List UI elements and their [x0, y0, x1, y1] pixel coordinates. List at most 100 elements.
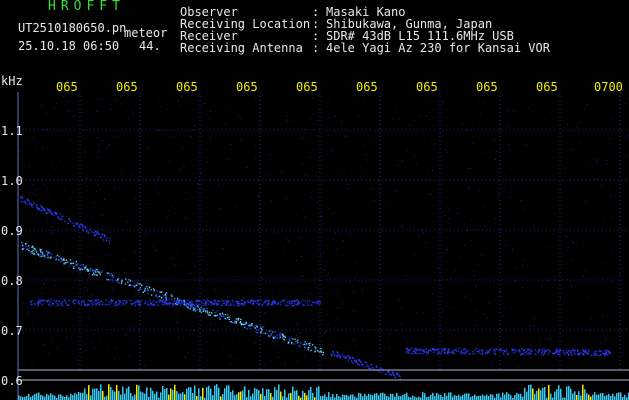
baseline-spike — [218, 387, 220, 400]
signal-trace-dot — [121, 304, 123, 306]
noise-dot — [600, 342, 602, 344]
signal-trace-dot — [204, 310, 207, 312]
noise-dot — [407, 342, 409, 344]
baseline-spike — [200, 396, 202, 400]
noise-dot — [373, 200, 375, 202]
noise-dot — [466, 294, 468, 296]
noise-dot — [441, 102, 443, 104]
signal-trace-dot — [251, 323, 253, 325]
signal-trace-dot — [273, 337, 275, 340]
noise-dot — [296, 259, 298, 261]
noise-dot — [293, 99, 295, 101]
signal-trace-dot — [458, 350, 460, 352]
signal-trace-dot — [121, 280, 123, 282]
signal-trace-dot — [300, 342, 302, 344]
noise-dot — [375, 104, 377, 106]
noise-dot — [45, 112, 47, 114]
signal-trace-dot — [253, 300, 255, 303]
signal-trace-dot — [228, 318, 231, 320]
signal-trace-dot — [309, 300, 311, 302]
noise-dot — [595, 178, 597, 180]
signal-trace-dot — [529, 350, 531, 353]
signal-trace-dot — [58, 300, 60, 303]
baseline-spike — [396, 392, 398, 400]
noise-dot — [547, 274, 549, 276]
signal-trace-dot — [39, 299, 42, 302]
noise-dot — [323, 332, 325, 334]
noise-dot — [79, 335, 81, 337]
signal-trace-dot — [28, 200, 30, 203]
signal-trace-dot — [238, 304, 240, 307]
baseline-spike — [352, 394, 354, 400]
baseline-spike — [478, 395, 480, 400]
signal-trace-dot — [79, 269, 81, 272]
noise-dot — [257, 251, 259, 253]
signal-trace-dot — [308, 344, 311, 347]
baseline-spike — [510, 395, 512, 400]
noise-dot — [20, 265, 22, 267]
noise-dot — [398, 118, 400, 120]
signal-trace-dot — [90, 267, 92, 270]
noise-dot — [498, 193, 500, 195]
noise-dot — [146, 148, 148, 150]
signal-trace-dot — [68, 218, 71, 220]
signal-trace-dot — [291, 304, 293, 307]
noise-dot — [201, 256, 203, 258]
signal-trace-dot — [78, 225, 80, 228]
signal-trace-dot — [97, 270, 99, 273]
signal-trace-dot — [30, 303, 32, 305]
baseline-spike — [508, 393, 510, 400]
noise-dot — [46, 222, 48, 224]
baseline-spike — [588, 394, 590, 400]
baseline-spike — [430, 394, 432, 400]
noise-dot — [616, 222, 618, 224]
noise-dot — [86, 190, 88, 192]
signal-trace-dot — [142, 291, 144, 293]
signal-trace-dot — [99, 236, 101, 239]
noise-dot — [581, 143, 583, 145]
signal-trace-dot — [155, 293, 157, 295]
signal-trace-dot — [361, 364, 363, 367]
baseline-spike — [28, 393, 30, 400]
signal-trace-dot — [584, 352, 587, 355]
signal-trace-dot — [109, 237, 112, 239]
signal-trace-dot — [128, 300, 130, 302]
noise-dot — [166, 353, 168, 355]
noise-dot — [471, 240, 473, 242]
signal-trace-dot — [237, 302, 239, 304]
noise-dot — [237, 358, 239, 360]
noise-dot — [542, 316, 544, 318]
noise-dot — [65, 336, 67, 338]
noise-dot — [20, 157, 22, 159]
baseline-spike — [348, 396, 350, 400]
signal-trace-dot — [107, 279, 109, 281]
signal-trace-dot — [155, 295, 157, 297]
signal-trace-dot — [451, 351, 453, 353]
signal-trace-dot — [124, 283, 127, 285]
noise-dot — [218, 184, 220, 186]
signal-trace-dot — [308, 343, 310, 345]
baseline-spike — [254, 387, 256, 400]
noise-dot — [40, 292, 42, 294]
signal-trace-dot — [256, 300, 259, 303]
signal-trace-dot — [69, 299, 71, 302]
signal-trace-dot — [33, 203, 35, 205]
signal-trace-dot — [586, 352, 588, 355]
baseline-spike — [318, 386, 320, 400]
signal-trace-dot — [598, 354, 601, 357]
time-tick-label: 065 — [296, 80, 318, 94]
signal-trace-dot — [264, 332, 267, 335]
signal-trace-dot — [47, 256, 49, 259]
noise-dot — [500, 289, 502, 291]
baseline-spike — [250, 396, 252, 400]
noise-dot — [475, 310, 477, 312]
noise-dot — [504, 188, 506, 190]
signal-trace-dot — [165, 301, 167, 303]
noise-dot — [607, 314, 609, 316]
signal-trace-dot — [262, 303, 264, 306]
signal-trace-dot — [73, 225, 76, 228]
signal-trace-dot — [440, 352, 442, 354]
noise-dot — [194, 329, 196, 331]
noise-dot — [191, 129, 193, 131]
signal-trace-dot — [198, 304, 200, 306]
